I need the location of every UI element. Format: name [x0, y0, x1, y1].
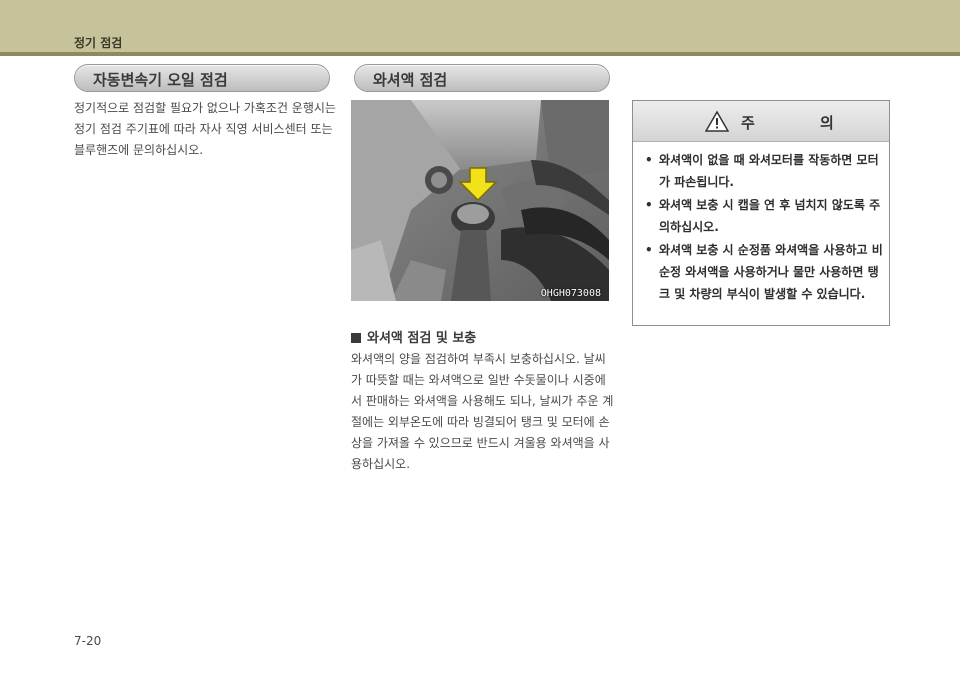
caution-box: 주 의 와셔액이 없을 때 와셔모터를 작동하면 모터가 파손됩니다. 와셔액 …	[632, 100, 890, 326]
section-title-transmission: 자동변속기 오일 점검	[74, 64, 330, 92]
section-title-transmission-text: 자동변속기 오일 점검	[93, 71, 228, 89]
caution-item: 와셔액이 없을 때 와셔모터를 작동하면 모터가 파손됩니다.	[643, 149, 883, 193]
caution-item: 와셔액 보충 시 캡을 연 후 넘치지 않도록 주의하십시오.	[643, 194, 883, 238]
engine-bay-photo: OHGH073008	[351, 100, 609, 301]
photo-code: OHGH073008	[540, 288, 601, 299]
caution-item: 와셔액 보충 시 순정품 와셔액을 사용하고 비순정 와셔액을 사용하거나 물만…	[643, 239, 883, 305]
square-bullet-icon	[351, 333, 361, 343]
washer-body: 와셔액의 양을 점검하여 부족시 보충하십시오. 날씨가 따뜻할 때는 와셔액으…	[351, 352, 614, 471]
engine-bay-illustration	[351, 100, 609, 301]
caution-header: 주 의	[633, 101, 889, 142]
washer-subheading-text: 와셔액 점검 및 보충	[367, 331, 477, 346]
header-rule	[0, 52, 960, 56]
washer-subheading: 와셔액 점검 및 보충	[351, 327, 476, 346]
caution-list: 와셔액이 없을 때 와셔모터를 작동하면 모터가 파손됩니다. 와셔액 보충 시…	[643, 149, 883, 306]
section-title-washer: 와셔액 점검	[354, 64, 610, 92]
transmission-body: 정기적으로 점검할 필요가 없으나 가혹조건 운행시는 정기 점검 주기표에 따…	[74, 101, 336, 157]
header-title: 정기 점검	[74, 36, 123, 50]
page-number: 7-20	[74, 634, 102, 648]
header-band	[0, 0, 960, 52]
section-title-washer-text: 와셔액 점검	[373, 71, 448, 89]
caution-title: 주 의	[741, 114, 864, 132]
warning-triangle-icon	[705, 110, 729, 132]
